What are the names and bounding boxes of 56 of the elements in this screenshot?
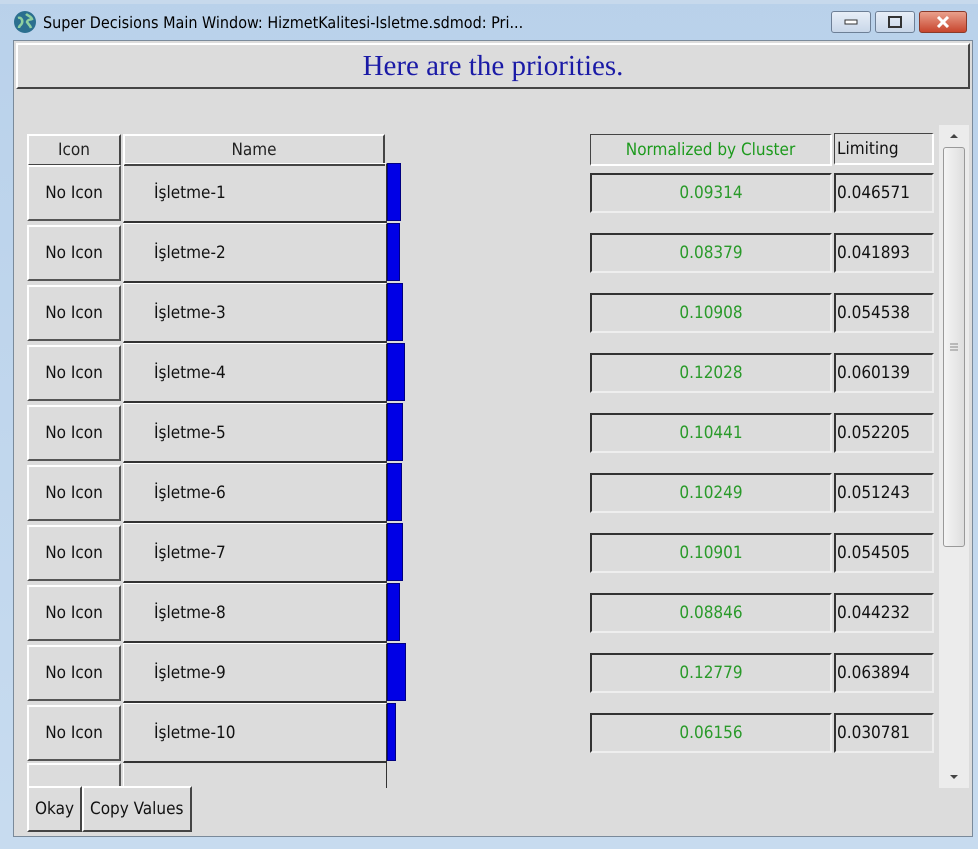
icon-button[interactable]: No Icon <box>27 525 121 581</box>
limiting-value: 0.046571 <box>834 173 934 213</box>
limiting-value: 0.060139 <box>834 353 934 393</box>
priority-bar <box>387 583 400 641</box>
globe-icon <box>13 10 37 34</box>
icon-button[interactable]: No Icon <box>27 705 121 761</box>
limiting-value: 0.051243 <box>834 473 934 513</box>
normalized-value: 0.06156 <box>590 713 832 753</box>
icon-button[interactable]: No Icon <box>27 645 121 701</box>
column-header: Name <box>123 134 385 166</box>
close-icon <box>936 16 950 28</box>
normalized-value: 0.08379 <box>590 233 832 273</box>
icon-button[interactable]: No Icon <box>27 465 121 521</box>
icon-button[interactable]: No Icon <box>27 405 121 461</box>
priority-bar <box>387 343 405 401</box>
close-button[interactable] <box>919 11 967 33</box>
priority-bar <box>387 643 406 701</box>
priority-bar <box>387 463 402 521</box>
icon-button[interactable]: No Icon <box>27 285 121 341</box>
normalized-value: 0.10908 <box>590 293 832 333</box>
normalized-value: 0.08846 <box>590 593 832 633</box>
heading: Here are the priorities. <box>16 43 970 89</box>
normalized-value: 0.09314 <box>590 173 832 213</box>
limiting-value: 0.030781 <box>834 713 934 753</box>
limiting-value: 0.054538 <box>834 293 934 333</box>
column-header: Normalized by Cluster <box>590 134 832 166</box>
icon-button[interactable]: No Icon <box>27 345 121 401</box>
limiting-value: 0.052205 <box>834 413 934 453</box>
grip-icon <box>950 343 958 351</box>
icon-button[interactable]: No Icon <box>27 225 121 281</box>
window-title: Super Decisions Main Window: HizmetKalitesi-Isletme.sdmod: Pri... <box>43 12 524 32</box>
maximize-button[interactable] <box>875 11 915 33</box>
dialog-button[interactable]: Copy Values <box>82 786 192 832</box>
minimize-button[interactable] <box>831 11 871 33</box>
normalized-value: 0.10441 <box>590 413 832 453</box>
normalized-value: 0.12028 <box>590 353 832 393</box>
limiting-value: 0.054505 <box>834 533 934 573</box>
priority-bar <box>387 283 403 341</box>
limiting-value: 0.041893 <box>834 233 934 273</box>
normalized-value: 0.10249 <box>590 473 832 513</box>
normalized-value: 0.12779 <box>590 653 832 693</box>
normalized-value: 0.10901 <box>590 533 832 573</box>
icon-button[interactable]: No Icon <box>27 165 121 221</box>
priority-bar <box>387 223 400 281</box>
priority-bar <box>387 163 401 221</box>
dialog-button[interactable]: Okay <box>27 786 82 832</box>
priority-bar <box>387 703 396 761</box>
limiting-value: 0.044232 <box>834 593 934 633</box>
maximize-icon <box>888 16 902 28</box>
minimize-icon <box>844 19 858 25</box>
icon-button[interactable]: No Icon <box>27 585 121 641</box>
priority-bar <box>387 403 403 461</box>
limiting-value: 0.063894 <box>834 653 934 693</box>
scrollbar[interactable] <box>939 125 969 788</box>
priority-bar <box>387 523 403 581</box>
column-header: Limiting <box>834 133 934 165</box>
